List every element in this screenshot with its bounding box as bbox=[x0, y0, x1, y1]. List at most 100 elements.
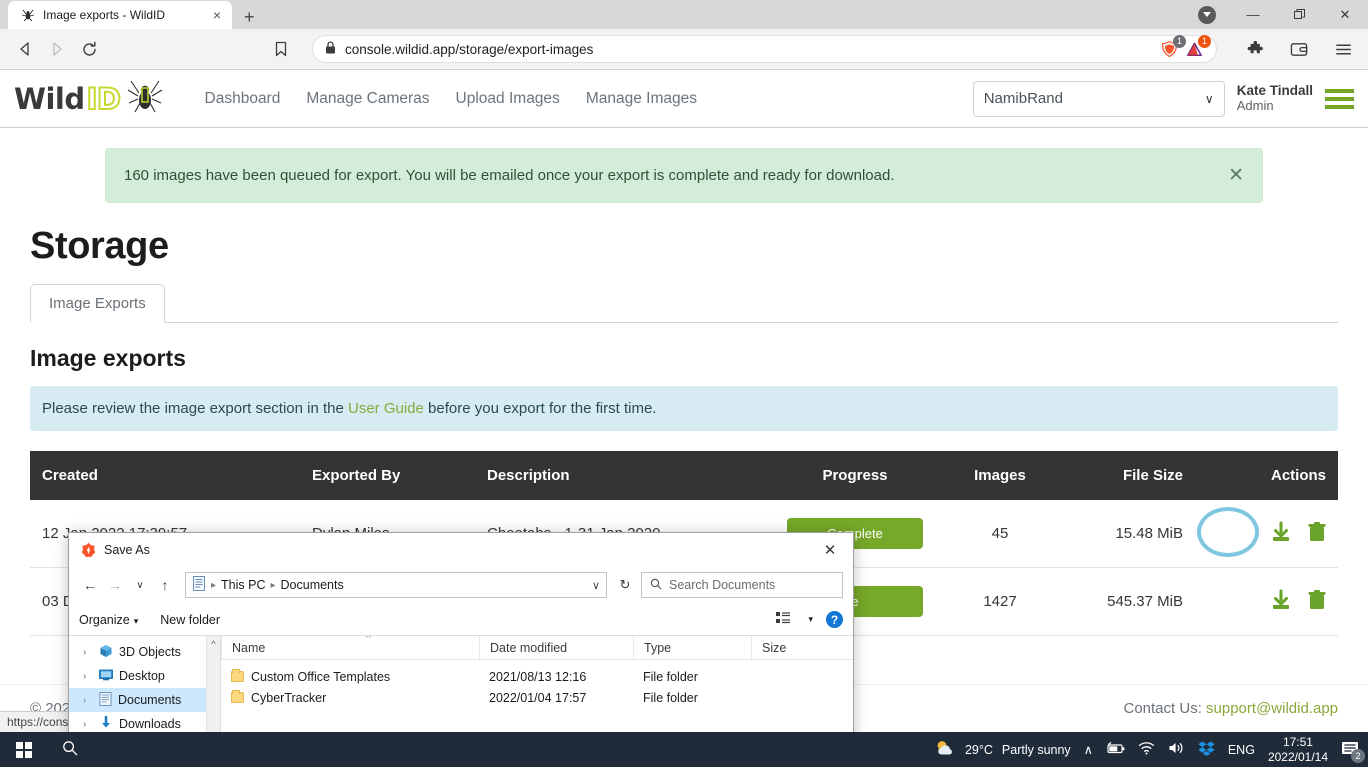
nav-item-manage-images[interactable]: Manage Images bbox=[586, 90, 697, 108]
taskbar-clock[interactable]: 17:51 2022/01/14 bbox=[1268, 735, 1328, 765]
breadcrumb[interactable]: ▸ This PC ▸ Documents ∨ bbox=[185, 572, 607, 598]
nav-item-upload-images[interactable]: Upload Images bbox=[456, 90, 560, 108]
user-guide-link[interactable]: User Guide bbox=[348, 400, 424, 417]
dialog-toolbar: Organize ▾ New folder ▾ ? bbox=[69, 604, 853, 636]
cell-actions bbox=[1195, 567, 1338, 636]
trash-icon[interactable] bbox=[1308, 589, 1326, 614]
tab-close-icon[interactable]: × bbox=[210, 8, 224, 22]
back-icon[interactable] bbox=[10, 34, 40, 64]
export-queued-alert: 160 images have been queued for export. … bbox=[105, 148, 1263, 203]
file-column-name[interactable]: Name bbox=[221, 636, 479, 659]
tree-item-documents[interactable]: › Documents bbox=[69, 688, 220, 712]
organization-select[interactable]: NamibRand ∨ bbox=[972, 80, 1225, 117]
support-email-link[interactable]: support@wildid.app bbox=[1206, 700, 1338, 717]
wifi-icon[interactable] bbox=[1138, 741, 1155, 758]
column-images: Images bbox=[945, 451, 1055, 500]
nav-item-dashboard[interactable]: Dashboard bbox=[205, 90, 281, 108]
window-minimize-button[interactable]: — bbox=[1230, 0, 1276, 29]
app-menu-icon[interactable] bbox=[1325, 88, 1354, 109]
view-layout-icon[interactable] bbox=[776, 611, 791, 628]
wallet-icon[interactable] bbox=[1284, 34, 1314, 64]
language-indicator[interactable]: ENG bbox=[1228, 743, 1255, 757]
file-column-date-modified[interactable]: Date modified bbox=[479, 636, 633, 659]
column-exported-by: Exported By bbox=[300, 451, 475, 500]
battery-icon[interactable] bbox=[1106, 741, 1125, 758]
cell-images: 45 bbox=[945, 500, 1055, 568]
dialog-close-icon[interactable]: ✕ bbox=[807, 533, 853, 566]
chevron-right-icon[interactable]: › bbox=[83, 647, 93, 658]
partly-sunny-icon bbox=[934, 739, 956, 761]
dialog-back-icon[interactable]: ← bbox=[79, 572, 101, 598]
dialog-search-box[interactable]: Search Documents bbox=[641, 572, 843, 598]
chevron-right-icon[interactable]: › bbox=[83, 671, 93, 682]
notifications-button[interactable]: 2 bbox=[1341, 740, 1365, 763]
wildid-logo[interactable]: Wild ID bbox=[14, 77, 165, 120]
system-tray: 29°C Partly sunny ∧ ENG 17:51 2022/01/14… bbox=[934, 735, 1368, 765]
dialog-title-bar: Save As ✕ bbox=[69, 533, 853, 566]
taskbar-search-button[interactable] bbox=[47, 732, 93, 767]
file-list-item[interactable]: CyberTracker 2022/01/04 17:57 File folde… bbox=[221, 687, 853, 708]
cell-actions bbox=[1195, 500, 1338, 568]
breadcrumb-chevron-icon[interactable]: ∨ bbox=[592, 579, 600, 592]
brave-shields-icon[interactable]: 1 bbox=[1160, 34, 1186, 59]
cell-file-size: 545.37 MiB bbox=[1055, 567, 1195, 636]
browser-extension-icons bbox=[1228, 34, 1358, 64]
scroll-up-icon[interactable]: ^ bbox=[207, 636, 220, 649]
browser-tab[interactable]: Image exports - WildID × bbox=[8, 1, 232, 29]
address-bar[interactable]: console.wildid.app/storage/export-images… bbox=[312, 34, 1217, 63]
weather-widget[interactable]: 29°C Partly sunny bbox=[934, 739, 1071, 761]
file-name: CyberTracker bbox=[251, 690, 327, 705]
tray-overflow-icon[interactable]: ∧ bbox=[1084, 742, 1093, 757]
browser-menu-icon[interactable] bbox=[1328, 34, 1358, 64]
brave-profile-icon[interactable] bbox=[1184, 0, 1230, 29]
organize-button[interactable]: Organize ▾ bbox=[79, 613, 138, 627]
dialog-forward-icon: → bbox=[108, 577, 122, 593]
window-close-button[interactable]: ✕ bbox=[1322, 0, 1368, 29]
dropbox-icon[interactable] bbox=[1198, 741, 1215, 759]
file-column-type[interactable]: Type bbox=[633, 636, 751, 659]
dialog-refresh-icon[interactable]: ↻ bbox=[612, 572, 638, 598]
rewards-count-badge: 1 bbox=[1198, 34, 1211, 48]
brave-rewards-icon[interactable]: 1 bbox=[1185, 34, 1211, 59]
tree-item-desktop[interactable]: › Desktop bbox=[69, 664, 220, 688]
window-maximize-button[interactable] bbox=[1276, 0, 1322, 29]
puzzle-icon[interactable] bbox=[1240, 34, 1270, 64]
organize-label: Organize bbox=[79, 612, 130, 627]
user-info[interactable]: Kate Tindall Admin bbox=[1237, 83, 1313, 113]
breadcrumb-item-this-pc[interactable]: This PC bbox=[221, 578, 265, 592]
download-icon[interactable] bbox=[1270, 521, 1292, 547]
volume-icon[interactable] bbox=[1168, 741, 1185, 758]
organization-select-value: NamibRand bbox=[983, 90, 1063, 107]
alert-close-icon[interactable]: ✕ bbox=[1228, 164, 1244, 187]
forward-icon bbox=[42, 34, 72, 64]
weather-temperature: 29°C bbox=[964, 742, 993, 757]
footer-contact: Contact Us: support@wildid.app bbox=[1124, 700, 1339, 717]
help-icon[interactable]: ? bbox=[826, 611, 843, 628]
download-icon[interactable] bbox=[1270, 589, 1292, 615]
tab-image-exports[interactable]: Image Exports bbox=[30, 284, 165, 323]
clock-time: 17:51 bbox=[1282, 734, 1313, 749]
column-actions: Actions bbox=[1195, 451, 1338, 500]
dialog-recent-locations-icon[interactable]: ∨ bbox=[129, 572, 151, 598]
chevron-right-icon[interactable]: › bbox=[83, 695, 93, 706]
file-list-item[interactable]: Custom Office Templates 2021/08/13 12:16… bbox=[221, 666, 853, 687]
bookmark-icon[interactable] bbox=[266, 34, 296, 64]
breadcrumb-item-documents[interactable]: Documents bbox=[281, 578, 344, 592]
nav-item-manage-cameras[interactable]: Manage Cameras bbox=[306, 90, 429, 108]
brave-lion-icon bbox=[81, 542, 96, 558]
tree-item-3d-objects[interactable]: › 3D Objects bbox=[69, 640, 220, 664]
trash-icon[interactable] bbox=[1308, 521, 1326, 546]
dialog-up-icon[interactable]: ↑ bbox=[154, 572, 176, 598]
reload-icon[interactable] bbox=[74, 34, 104, 64]
tree-item-label: 3D Objects bbox=[119, 645, 181, 659]
new-folder-button[interactable]: New folder bbox=[160, 613, 220, 627]
lock-icon bbox=[325, 41, 336, 57]
page-tabs: Image Exports bbox=[30, 284, 1338, 323]
view-caret-icon[interactable]: ▾ bbox=[808, 614, 813, 625]
new-tab-button[interactable]: + bbox=[244, 8, 255, 26]
cell-file-size: 15.48 MiB bbox=[1055, 500, 1195, 568]
column-file-size: File Size bbox=[1055, 451, 1195, 500]
chevron-right-icon[interactable]: › bbox=[83, 719, 93, 730]
file-column-size[interactable]: Size bbox=[751, 636, 831, 659]
start-button[interactable] bbox=[0, 732, 47, 767]
